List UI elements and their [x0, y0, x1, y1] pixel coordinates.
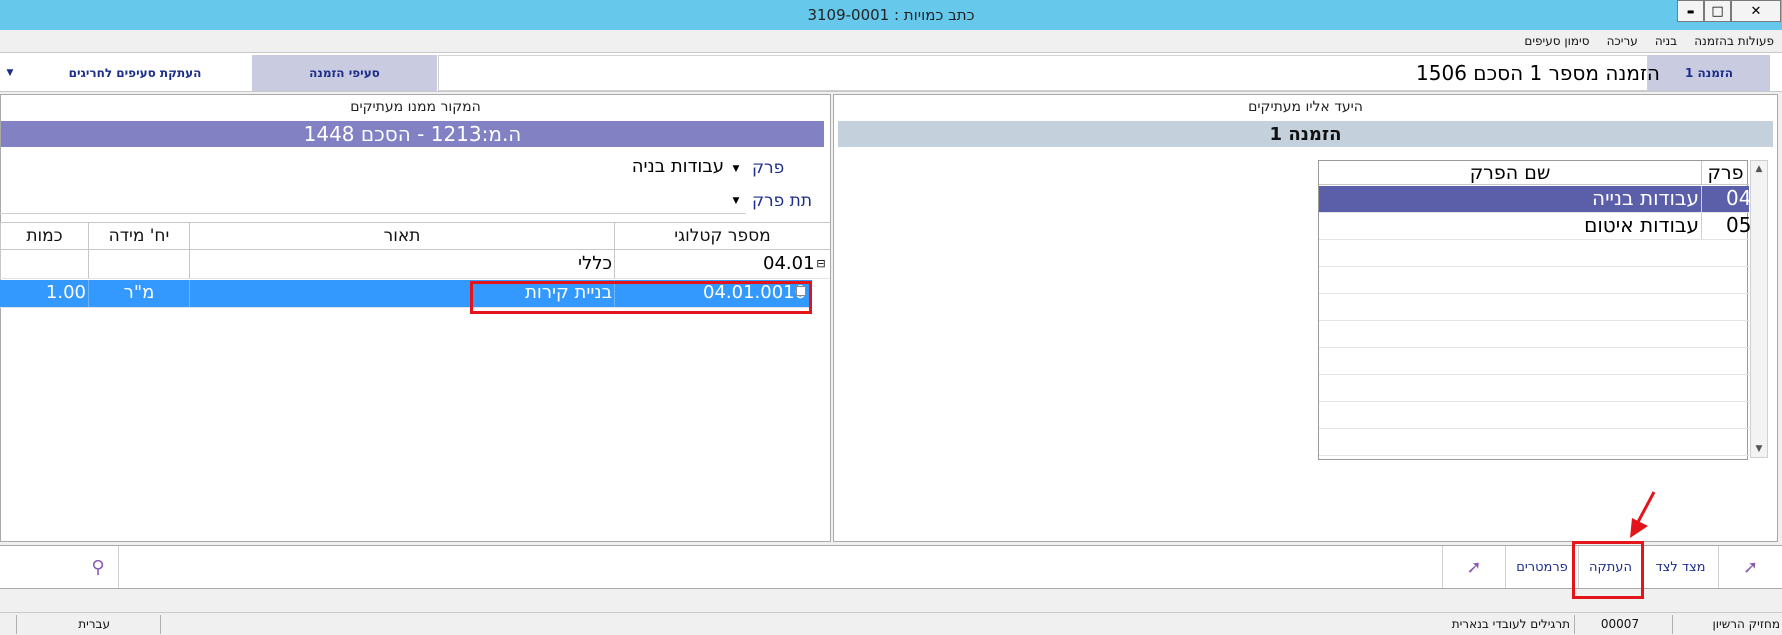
col-header-chapter-name: שם הפרק — [1469, 162, 1551, 184]
status-divider — [16, 615, 17, 634]
subchapter-label: תת פרק — [752, 191, 813, 211]
side-by-side-button[interactable]: מצד לצד — [1642, 546, 1718, 588]
items-table-header: מספר קטלוגי תאור יח' מידה כמות — [0, 222, 830, 251]
tab-copy-exceptions[interactable]: העתקת סעיפים לחריגים — [20, 55, 250, 91]
empty-row — [1319, 375, 1749, 402]
table-row[interactable]: 04.01 ⊟ כללי — [0, 251, 830, 279]
pin-icon[interactable]: ➚ — [1718, 546, 1782, 588]
menu-order-actions[interactable]: פעולות בהזמנה — [1694, 30, 1774, 52]
tab-order-1[interactable]: הזמנה 1 — [1648, 55, 1770, 91]
annotation-copy-button — [1572, 541, 1644, 599]
subchapter-select[interactable] — [0, 188, 746, 214]
maximize-icon: □ — [1711, 3, 1724, 19]
license-holder-label: מחזיק הרשיון — [1712, 617, 1781, 631]
tab-order-items[interactable]: סעיפי הזמנה — [252, 55, 437, 91]
empty-row — [1319, 348, 1749, 375]
menu-bar: פעולות בהזמנה בניה עריכה סימון סעיפים — [0, 30, 1782, 52]
empty-row — [1319, 321, 1749, 348]
chevron-down-icon[interactable]: ▼ — [2, 55, 18, 91]
chapter-name: עבודות בנייה — [1592, 186, 1699, 210]
catalog-number: 04.01 — [614, 251, 815, 278]
chapter-select[interactable]: עבודות בניה — [0, 156, 746, 182]
status-divider — [160, 615, 161, 634]
license-name: תרגילים לעובדי בנארית — [1451, 617, 1570, 631]
license-number: 00007 — [1600, 617, 1640, 631]
item-quantity — [0, 251, 88, 278]
menu-edit[interactable]: עריכה — [1607, 30, 1638, 52]
app-window: כתב כמויות : 3109-0001 ▬ □ ✕ פעולות בהזמ… — [0, 0, 1782, 635]
col-header-chapter: פרק — [1701, 161, 1749, 185]
title-bar: כתב כמויות : 3109-0001 ▬ □ ✕ — [0, 0, 1782, 30]
empty-row — [1319, 240, 1749, 267]
target-panel-caption: היעד אליו מעתיקים — [1248, 99, 1363, 115]
window-title: כתב כמויות : 3109-0001 — [807, 6, 975, 24]
empty-row — [1319, 402, 1749, 429]
item-quantity: 1.00 — [45, 282, 86, 303]
chevron-down-icon[interactable]: ▼ — [728, 157, 744, 181]
chapters-grid-header: פרק שם הפרק — [1319, 161, 1749, 185]
scroll-down-icon[interactable]: ▼ — [1751, 441, 1767, 457]
parameters-button[interactable]: פרמטרים — [1505, 546, 1578, 588]
target-panel-band: הזמנה 1 — [838, 121, 1773, 147]
item-unit: מ"ר — [88, 280, 189, 307]
status-divider — [1672, 615, 1673, 634]
col-header-quantity: כמות — [0, 223, 88, 251]
order-title-box — [438, 55, 1648, 91]
chevron-down-icon[interactable]: ▼ — [728, 189, 744, 213]
status-bar: מחזיק הרשיון 00007 תרגילים לעובדי בנארית… — [0, 612, 1782, 635]
tab-row: הזמנה 1 הזמנה מספר 1 הסכם 1506 סעיפי הזמ… — [0, 52, 1782, 92]
chapter-name: עבודות איטום — [1584, 213, 1699, 237]
col-header-unit: יח' מידה — [88, 223, 189, 251]
chapter-row[interactable]: 04 עבודות בנייה — [1319, 186, 1751, 213]
item-description: כללי — [189, 251, 614, 278]
menu-mark-items[interactable]: סימון סעיפים — [1524, 30, 1589, 52]
menu-build[interactable]: בניה — [1655, 30, 1677, 52]
chapter-row[interactable]: 05 עבודות איטום — [1319, 213, 1751, 240]
command-bar-spacer — [118, 546, 1442, 588]
annotation-highlight-row — [470, 281, 812, 314]
chapter-number: 04 — [1701, 186, 1751, 212]
collapse-icon[interactable]: ⊟ — [812, 251, 830, 278]
source-panel-band: ה.מ:1213 - הסכם 1448 — [1, 121, 824, 147]
source-panel-caption: המקור ממנו מעתיקים — [350, 99, 481, 115]
item-unit — [88, 251, 189, 278]
close-icon: ✕ — [1750, 3, 1762, 19]
close-button[interactable]: ✕ — [1731, 0, 1781, 22]
col-header-catalog: מספר קטלוגי — [614, 223, 830, 251]
minimize-icon: ▬ — [1686, 6, 1695, 16]
minimize-button[interactable]: ▬ — [1677, 0, 1704, 22]
col-header-description: תאור — [189, 223, 614, 251]
empty-row — [1319, 429, 1749, 456]
scroll-up-icon[interactable]: ▲ — [1751, 161, 1767, 177]
search-icon[interactable]: ⚲ — [78, 546, 118, 588]
command-bar: ➚ מצד לצד העתקה פרמטרים ➚ ⚲ — [0, 545, 1782, 589]
chapter-label: פרק — [752, 158, 785, 178]
chapters-scrollbar[interactable]: ▲ ▼ — [1750, 160, 1768, 458]
chapters-grid[interactable]: פרק שם הפרק 04 עבודות בנייה 05 עבודות אי… — [1318, 160, 1751, 460]
status-divider — [1574, 615, 1575, 634]
empty-row — [1319, 267, 1749, 294]
annotation-arrow-icon — [1630, 491, 1656, 538]
chapter-number: 05 — [1701, 213, 1751, 239]
maximize-button[interactable]: □ — [1704, 0, 1731, 22]
language-indicator[interactable]: עברית — [30, 615, 110, 634]
empty-row — [1319, 294, 1749, 321]
pin-icon[interactable]: ➚ — [1442, 546, 1505, 588]
